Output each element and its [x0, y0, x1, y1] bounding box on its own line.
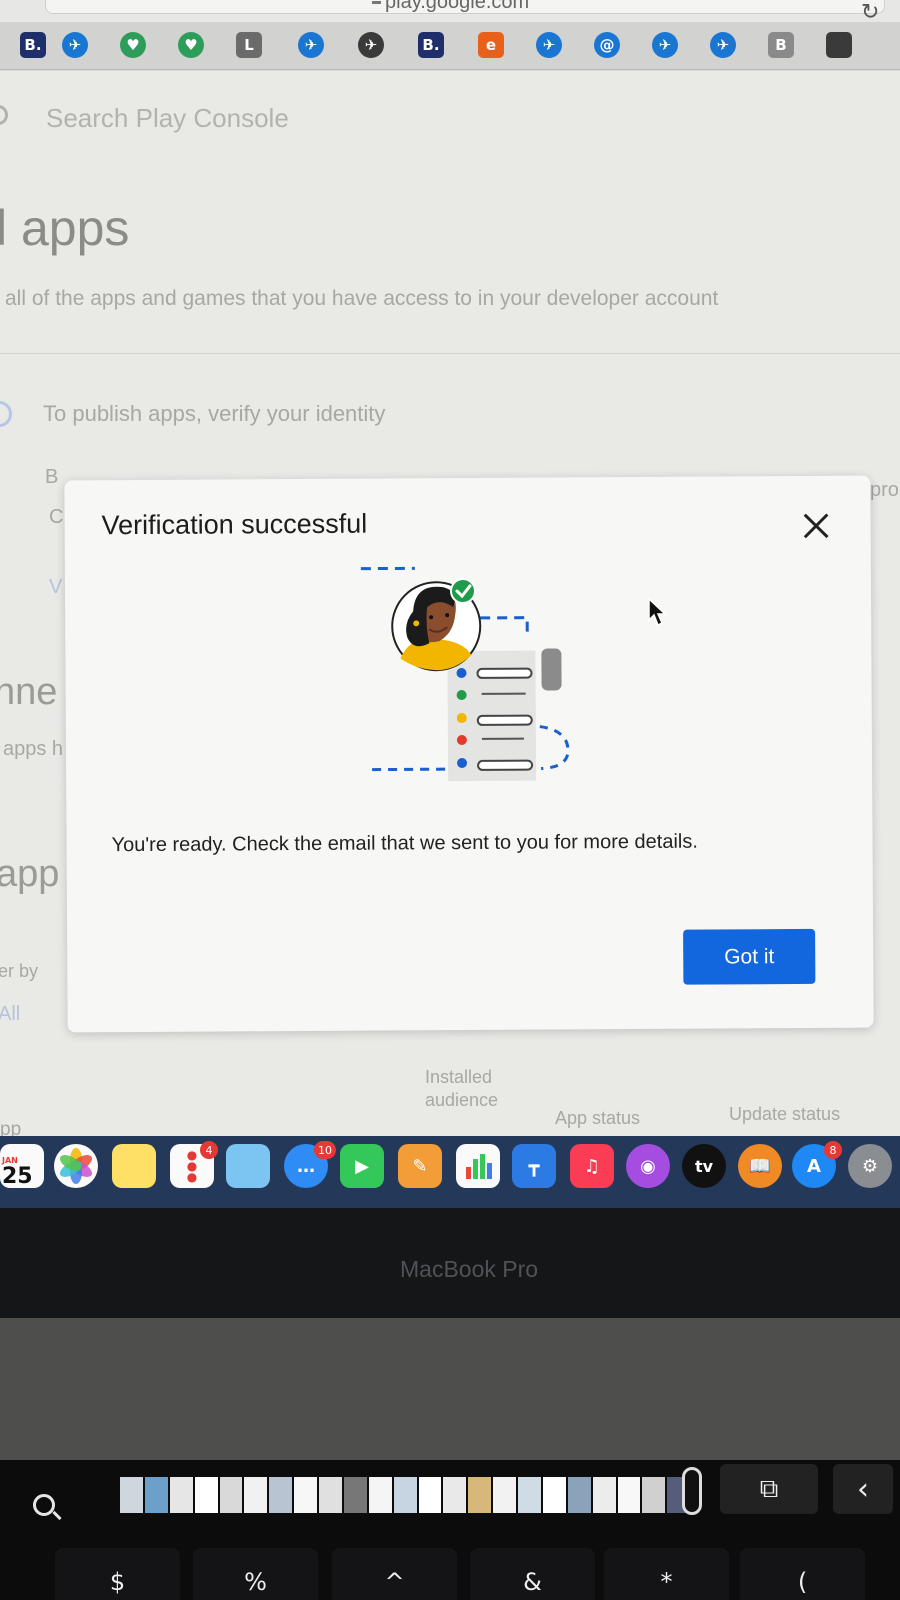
touchbar-back-icon[interactable]: ‹ [833, 1464, 893, 1514]
touchbar-new-tab-icon[interactable]: ⧉ [720, 1464, 818, 1514]
bookmark-letter-l[interactable]: L [236, 32, 262, 58]
key-paren[interactable]: ( [740, 1548, 865, 1600]
address-bar-url[interactable]: play.google.com [385, 0, 529, 14]
mouse-pointer-icon [648, 598, 667, 627]
numbers-icon[interactable] [456, 1144, 500, 1188]
key-percent[interactable]: % [193, 1548, 318, 1600]
plane-icon: ✈ [542, 36, 556, 54]
bookmark-e[interactable]: e [478, 32, 504, 58]
bookmark-plane-3[interactable]: ✈ [536, 32, 562, 58]
booking-icon: B. [24, 36, 42, 54]
calendar-icon[interactable]: JAN 25 [0, 1144, 44, 1189]
booking-icon: B. [422, 36, 440, 54]
books-icon[interactable]: 📖 [738, 1144, 782, 1188]
dialog-message: You're ready. Check the email that we se… [111, 830, 698, 857]
bookmark-airline[interactable]: ✈ [358, 32, 384, 58]
section-text-fragment: apps h [3, 738, 64, 760]
e-icon: e [485, 36, 497, 54]
column-header-app-status: App status [555, 1108, 641, 1128]
key-dollar[interactable]: $ [55, 1548, 180, 1600]
banner-text-fragment: B [45, 466, 59, 488]
bookmark-apple[interactable] [826, 32, 852, 58]
system-preferences-icon[interactable]: ⚙ [848, 1144, 892, 1188]
filter-label-fragment: er by [0, 961, 39, 981]
touchbar-search-icon[interactable] [33, 1494, 55, 1516]
lock-icon [372, 1, 381, 4]
close-icon[interactable] [803, 512, 831, 540]
messages-badge: 10 [314, 1141, 336, 1159]
bookmark-plane-5[interactable]: ✈ [710, 32, 736, 58]
maps-icon[interactable] [226, 1144, 270, 1188]
heart-check-icon: ♥ [184, 36, 198, 54]
facetime-icon[interactable]: ▶ [340, 1144, 384, 1188]
got-it-button[interactable]: Got it [683, 928, 816, 985]
page-title: l apps [0, 200, 130, 256]
bookmarks-bar: B. ✈ ♥ ♥ L ✈ ✈ B. e ✈ @ ✈ ✈ B [0, 22, 900, 70]
filter-value-fragment: All [0, 1003, 21, 1025]
verify-status-icon [0, 401, 12, 427]
keynote-icon[interactable]: ┳ [512, 1144, 556, 1188]
notes-icon[interactable] [112, 1144, 156, 1188]
airline-logo-icon: ✈ [364, 36, 378, 54]
plane-icon: ✈ [658, 36, 672, 54]
banner-text-fragment: pro [870, 479, 899, 501]
verify-identity-banner: To publish apps, verify your identity [43, 401, 386, 426]
verification-illustration [360, 566, 570, 782]
apple-tv-label: tv [694, 1156, 714, 1176]
heart-check-icon: ♥ [126, 36, 140, 54]
verify-link-fragment: V [49, 576, 63, 598]
key-caret[interactable]: ^ [332, 1548, 457, 1600]
bookmark-plane-1[interactable]: ✈ [62, 32, 88, 58]
key-ampersand[interactable]: & [470, 1548, 595, 1600]
bookmark-heart-2[interactable]: ♥ [178, 32, 204, 58]
at-icon: @ [599, 36, 615, 54]
bookmark-booking[interactable]: B. [20, 32, 46, 58]
dialog-title: Verification successful [101, 508, 368, 541]
calendar-day: 25 [2, 1164, 33, 1189]
macos-dock: JAN 25 ● ● ● 4 … 10 ▶ ✎ ┳ ♫ ◉ tv 📖 A 8 ⚙ [0, 1136, 900, 1208]
apple-tv-icon[interactable]: tv [682, 1144, 726, 1188]
bookmark-plane-2[interactable]: ✈ [298, 32, 324, 58]
photos-icon[interactable] [54, 1144, 98, 1188]
section-heading-fragment: app [0, 853, 60, 895]
section-heading-fragment: nne [0, 671, 58, 713]
page-subtitle: all of the apps and games that you have … [5, 287, 719, 310]
bookmark-plane-4[interactable]: ✈ [652, 32, 678, 58]
plane-icon: ✈ [716, 36, 730, 54]
podcasts-icon[interactable]: ◉ [626, 1144, 670, 1188]
letter-l-icon: L [244, 36, 254, 54]
verification-dialog: Verification successful You're ready. Ch… [64, 475, 874, 1033]
key-asterisk[interactable]: * [604, 1548, 729, 1600]
bookmark-heart-1[interactable]: ♥ [120, 32, 146, 58]
search-icon [0, 105, 8, 125]
macbook-label: MacBook Pro [400, 1256, 539, 1282]
plane-icon: ✈ [68, 36, 82, 54]
music-icon[interactable]: ♫ [570, 1144, 614, 1188]
divider [0, 353, 900, 354]
bookmark-letter-b[interactable]: B [768, 32, 794, 58]
bookmark-at[interactable]: @ [594, 32, 620, 58]
reminders-badge: 4 [200, 1141, 218, 1159]
touchbar-tab-strip[interactable] [120, 1477, 691, 1513]
banner-text-fragment: C [49, 506, 64, 528]
touchbar-scrubber-handle[interactable] [682, 1467, 702, 1515]
keyboard-deck [0, 1318, 900, 1460]
column-header-installed-audience: Installed audience [425, 1067, 499, 1110]
pages-icon[interactable]: ✎ [398, 1144, 442, 1188]
plane-icon: ✈ [304, 36, 318, 54]
column-header-update-status: Update status [729, 1104, 841, 1124]
letter-b-icon: B [775, 36, 787, 54]
app-store-badge: 8 [824, 1141, 842, 1159]
browser-toolbar: play.google.com ↻ [0, 0, 900, 25]
bookmark-booking-2[interactable]: B. [418, 32, 444, 58]
search-input[interactable]: Search Play Console [46, 103, 289, 134]
